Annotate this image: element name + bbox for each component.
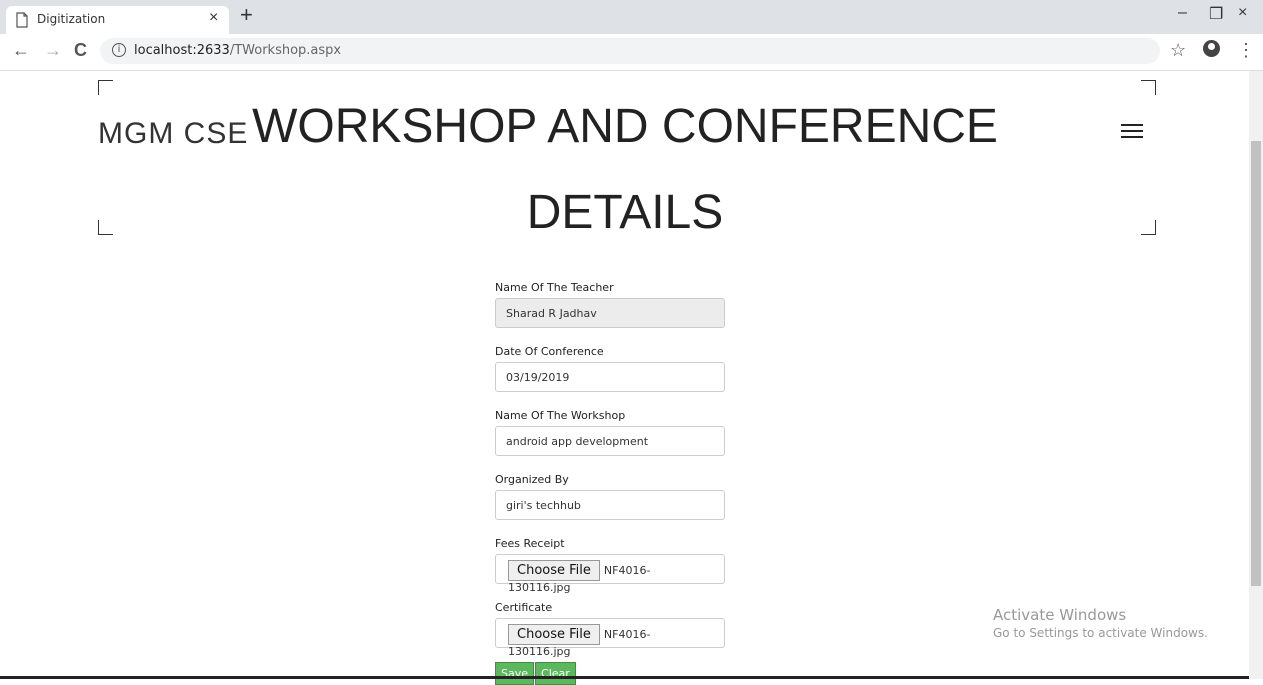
restore-button[interactable]: ❐: [1209, 4, 1223, 24]
fees-field: Fees Receipt Choose File NF4016-130116.jp…: [495, 537, 725, 594]
workshop-input[interactable]: android app development: [495, 426, 725, 456]
fees-file-input[interactable]: Choose File NF4016-130116.jpg: [495, 554, 725, 594]
date-input[interactable]: 03/19/2019: [495, 362, 725, 392]
cert-file-input[interactable]: Choose File NF4016-130116.jpg: [495, 618, 725, 658]
info-icon[interactable]: i: [112, 43, 126, 57]
activate-windows-watermark: Activate Windows Go to Settings to activ…: [993, 606, 1208, 640]
fees-choose-file-button[interactable]: Choose File: [508, 560, 600, 581]
workshop-label: Name Of The Workshop: [495, 409, 626, 422]
save-button[interactable]: Save: [495, 662, 535, 685]
browser-toolbar: ← → C i localhost:2633/TWorkshop.aspx ☆ …: [0, 34, 1263, 71]
workshop-form: Name Of The Teacher Sharad R Jadhav Date…: [495, 281, 725, 658]
bookmark-star-icon[interactable]: ☆: [1170, 40, 1186, 61]
new-tab-button[interactable]: +: [240, 2, 253, 28]
watermark-line2: Go to Settings to activate Windows.: [993, 626, 1208, 640]
page-scrollbar[interactable]: [1249, 71, 1263, 679]
date-label: Date Of Conference: [495, 345, 604, 358]
scroll-thumb[interactable]: [1251, 141, 1261, 586]
teacher-label: Name Of The Teacher: [495, 281, 614, 294]
date-field: Date Of Conference 03/19/2019: [495, 345, 725, 392]
corner-decoration: [1141, 80, 1156, 95]
cert-label: Certificate: [495, 601, 553, 614]
url-host: localhost:2633: [134, 43, 230, 58]
reload-button[interactable]: C: [74, 40, 87, 61]
page-title: WORKSHOP AND CONFERENCE DETAILS: [252, 100, 998, 239]
site-logo[interactable]: MGM CSE: [98, 117, 248, 151]
cert-choose-file-button[interactable]: Choose File: [508, 624, 600, 645]
fees-label: Fees Receipt: [495, 537, 565, 550]
url-path: /TWorkshop.aspx: [229, 43, 342, 58]
corner-decoration: [98, 80, 113, 95]
hamburger-menu-icon[interactable]: [1121, 124, 1143, 138]
hamburger-line: [1121, 136, 1143, 138]
tab-strip: Digitization × + – ❐ ×: [0, 0, 1263, 34]
back-button[interactable]: ←: [12, 40, 30, 61]
browser-tab[interactable]: Digitization ×: [6, 6, 229, 34]
clear-button[interactable]: Clear: [535, 662, 576, 685]
corner-decoration: [1141, 220, 1156, 235]
forward-button[interactable]: →: [44, 40, 62, 61]
organized-field: Organized By giri's techhub: [495, 473, 725, 520]
form-buttons: Save Clear: [495, 662, 577, 685]
hamburger-line: [1121, 130, 1143, 132]
url-text[interactable]: localhost:2633/TWorkshop.aspx: [134, 43, 341, 58]
cert-field: Certificate Choose File NF4016-130116.jpg: [495, 601, 725, 658]
page-icon: [16, 12, 28, 28]
close-window-button[interactable]: ×: [1238, 4, 1247, 22]
tab-close-icon[interactable]: ×: [209, 9, 218, 27]
corner-decoration: [98, 220, 113, 235]
browser-menu-icon[interactable]: ⋮: [1237, 40, 1255, 61]
teacher-input[interactable]: Sharad R Jadhav: [495, 298, 725, 328]
address-bar[interactable]: i localhost:2633/TWorkshop.aspx: [100, 38, 1160, 64]
tab-title: Digitization: [37, 12, 106, 26]
account-icon[interactable]: [1203, 40, 1220, 57]
organized-input[interactable]: giri's techhub: [495, 490, 725, 520]
workshop-field: Name Of The Workshop android app develop…: [495, 409, 725, 456]
minimize-button[interactable]: –: [1178, 4, 1187, 22]
watermark-line1: Activate Windows: [993, 606, 1127, 624]
teacher-field: Name Of The Teacher Sharad R Jadhav: [495, 281, 725, 328]
hamburger-line: [1121, 124, 1143, 126]
organized-label: Organized By: [495, 473, 569, 486]
